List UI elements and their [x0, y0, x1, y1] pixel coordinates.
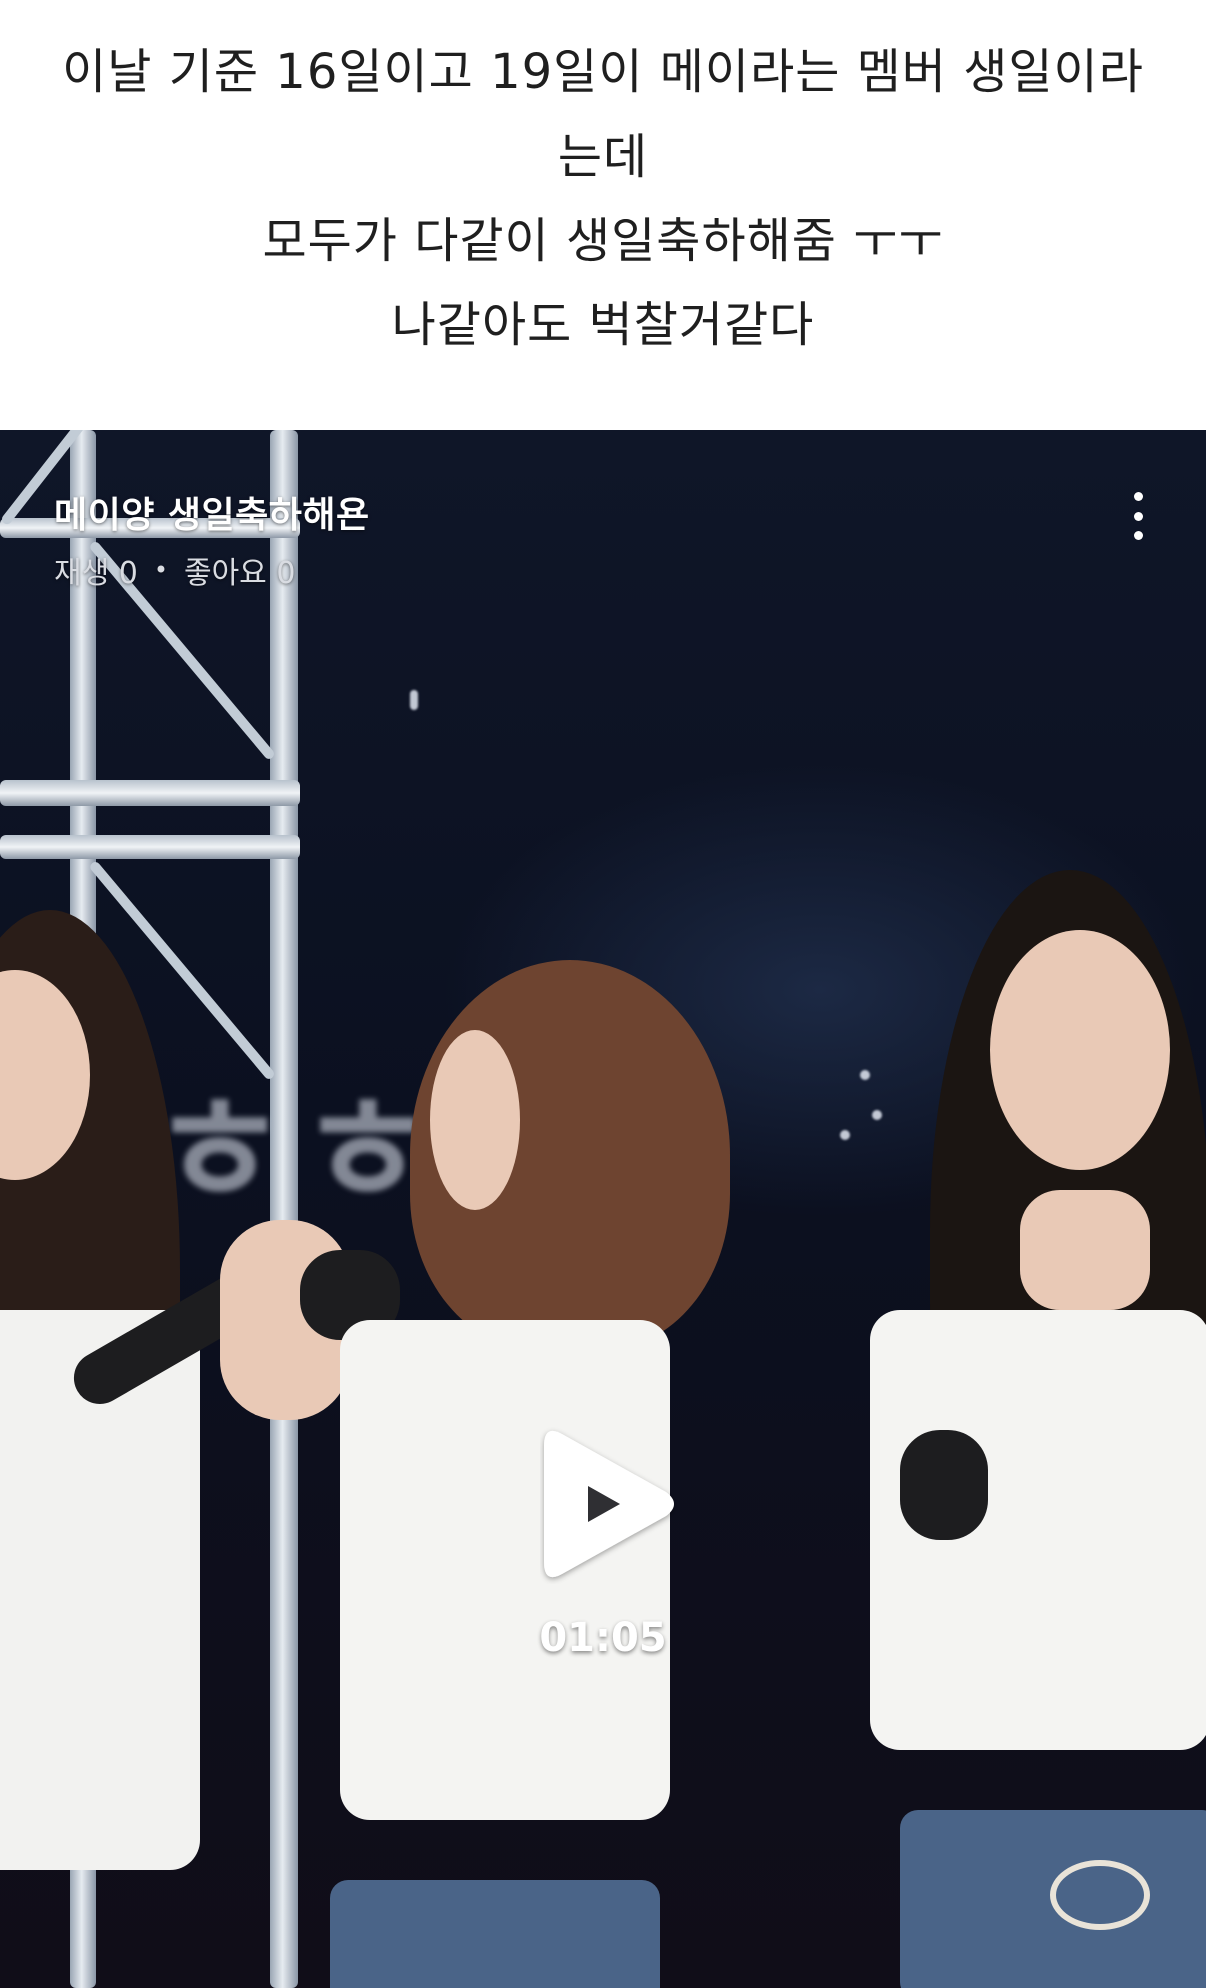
like-count: 좋아요 0: [183, 556, 296, 591]
stat-separator: •: [153, 556, 168, 584]
post-text-line: 이날 기준 16일이고 19일이 메이라는 멤버 생일이라: [62, 44, 1144, 100]
more-vertical-icon-dot: [1133, 511, 1143, 521]
stage-led-sign: ㅎㅎ: [150, 1065, 447, 1239]
play-icon: [544, 1430, 674, 1578]
play-count: 재생 0: [54, 556, 138, 591]
post-text: 이날 기준 16일이고 19일이 메이라는 멤버 생일이라 는데 모두가 다같이…: [0, 0, 1206, 430]
more-vertical-icon-dot: [1133, 531, 1143, 540]
play-button[interactable]: [540, 1424, 678, 1584]
more-vertical-icon: [1133, 492, 1143, 501]
more-options-button[interactable]: [1118, 486, 1158, 546]
video-stats: 재생 0 • 좋아요 0: [54, 548, 295, 592]
post-text-line: 모두가 다같이 생일축하해줌 ㅜㅜ: [262, 213, 944, 269]
post-text-line: 는데: [557, 129, 649, 185]
video-title: 메이양 생일축하해욘: [54, 495, 370, 536]
video-player[interactable]: ㅎㅎ 메이양 생일축하해욘 재생 0 • 좋아요 0 01:05: [0, 430, 1206, 1988]
video-duration: 01:05: [539, 1615, 667, 1661]
post-text-line: 나같아도 벅찰거같다: [391, 297, 815, 353]
